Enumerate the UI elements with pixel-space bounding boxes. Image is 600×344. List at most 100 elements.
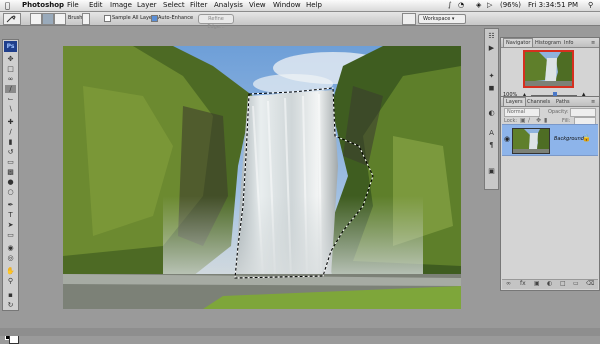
menu-view[interactable]: View: [249, 0, 266, 11]
subtract-from-selection-button[interactable]: [54, 13, 66, 25]
layer-lock-icon: 🔒: [582, 134, 591, 142]
layer-row-background[interactable]: ◉ Background 🔒: [502, 124, 598, 156]
clone-stamp-tool-icon[interactable]: ▮: [5, 138, 16, 146]
timemachine-icon[interactable]: ◔: [458, 0, 464, 11]
paragraph-panel-icon[interactable]: ¶: [487, 141, 496, 150]
refine-edge-button[interactable]: Refine Edge...: [198, 14, 234, 30]
wifi-icon[interactable]: ◈: [476, 0, 481, 11]
workspace-label: Workspace: [423, 16, 451, 22]
workspace-dropdown[interactable]: Workspace ▾: [418, 14, 466, 24]
brush-tool-icon[interactable]: ∕: [5, 128, 16, 136]
new-layer-icon[interactable]: ▭: [573, 280, 579, 287]
blend-mode-dropdown[interactable]: Normal: [504, 108, 540, 117]
lock-all-icon[interactable]: ▮: [544, 117, 547, 124]
apple-icon[interactable]: : [5, 0, 10, 11]
lock-transparency-icon[interactable]: ▣: [520, 117, 526, 124]
visibility-eye-icon[interactable]: ◉: [504, 135, 510, 143]
layer-mask-icon[interactable]: ▣: [534, 280, 540, 287]
link-layers-icon[interactable]: ∞: [506, 280, 511, 287]
layer-thumbnail-preview: [513, 129, 549, 153]
crop-tool-icon[interactable]: ⌙: [5, 95, 16, 103]
tools-panel-icon[interactable]: ✦: [487, 72, 496, 81]
eraser-tool-icon[interactable]: ▭: [5, 158, 16, 166]
navigator-preview: [525, 52, 572, 86]
menu-filter[interactable]: Filter: [190, 0, 207, 11]
spotlight-icon[interactable]: ⚲: [588, 0, 593, 11]
lock-position-icon[interactable]: ✥: [536, 117, 541, 124]
3d-orbit-tool-icon[interactable]: ◎: [5, 254, 16, 262]
dodge-tool-icon[interactable]: ○: [5, 188, 16, 196]
marquee-tool-icon[interactable]: □: [5, 65, 16, 73]
bridge-button[interactable]: [402, 13, 416, 25]
new-group-icon[interactable]: □: [560, 280, 566, 287]
history-panel-icon[interactable]: ☷: [487, 32, 496, 41]
clock[interactable]: Fri 3:34:51 PM: [528, 0, 578, 11]
opacity-field[interactable]: [570, 108, 596, 117]
layer-style-icon[interactable]: fx: [520, 280, 526, 287]
menu-analysis[interactable]: Analysis: [214, 0, 243, 11]
menu-help[interactable]: Help: [306, 0, 322, 11]
menu-image[interactable]: Image: [110, 0, 132, 11]
navigator-thumbnail[interactable]: [523, 50, 574, 88]
adjustments-panel-icon[interactable]: ◐: [487, 109, 496, 118]
status-bar: [0, 328, 600, 336]
tool-preset-picker[interactable]: [3, 13, 21, 25]
app-menu[interactable]: Photoshop: [22, 0, 64, 11]
menu-edit[interactable]: Edit: [89, 0, 103, 11]
new-selection-button[interactable]: [30, 13, 42, 25]
path-selection-tool-icon[interactable]: ➤: [5, 221, 16, 229]
tab-info[interactable]: Info: [562, 39, 575, 47]
quick-selection-icon: [6, 15, 16, 23]
swap-colors-icon[interactable]: ↻: [5, 301, 16, 309]
volume-icon[interactable]: ▷: [487, 0, 492, 11]
sample-all-layers-checkbox[interactable]: [104, 15, 111, 22]
auto-enhance-checkbox[interactable]: [151, 15, 158, 22]
shape-tool-icon[interactable]: ▭: [5, 231, 16, 239]
move-tool-icon[interactable]: ✥: [5, 55, 16, 63]
lasso-tool-icon[interactable]: ∞: [5, 75, 16, 83]
trash-icon[interactable]: ⌫: [586, 280, 594, 287]
tab-channels[interactable]: Channels: [525, 98, 552, 106]
blend-row: Normal Opacity:: [504, 108, 598, 117]
quick-selection-tool-icon[interactable]: ∕: [5, 85, 16, 93]
adjustment-layer-icon[interactable]: ◐: [547, 280, 552, 287]
actions-panel-icon[interactable]: ▶: [487, 44, 496, 53]
options-bar: Brush: Sample All Layers Auto-Enhance Re…: [0, 12, 600, 30]
tab-histogram[interactable]: Histogram: [533, 39, 563, 47]
menu-window[interactable]: Window: [273, 0, 301, 11]
blur-tool-icon[interactable]: ●: [5, 178, 16, 186]
zoom-tool-icon[interactable]: ⚲: [5, 277, 16, 285]
tab-layers[interactable]: Layers: [503, 97, 526, 106]
toolbox: Ps ✥ □ ∞ ∕ ⌙ ∖ ✚ ∕ ▮ ↺ ▭ ▩ ● ○ ✒ T ➤ ▭ ◉…: [2, 39, 19, 344]
brushes-panel-icon[interactable]: ◼: [487, 84, 496, 93]
hand-tool-icon[interactable]: ✋: [5, 267, 16, 275]
navigator-tab-bar: Navigator Histogram Info ≡: [501, 38, 599, 48]
ps-logo[interactable]: Ps: [4, 41, 17, 52]
menu-file[interactable]: File: [67, 0, 79, 11]
menu-layer[interactable]: Layer: [137, 0, 157, 11]
default-colors-icon[interactable]: ▪: [5, 291, 16, 299]
sample-all-layers-label: Sample All Layers: [112, 15, 157, 21]
tab-navigator[interactable]: Navigator: [503, 38, 534, 47]
character-panel-icon[interactable]: A: [487, 129, 496, 138]
eyedropper-tool-icon[interactable]: ∖: [5, 105, 16, 113]
battery-status[interactable]: (96%): [500, 0, 521, 11]
lock-pixels-icon[interactable]: ∕: [528, 117, 530, 124]
history-brush-tool-icon[interactable]: ↺: [5, 148, 16, 156]
healing-brush-tool-icon[interactable]: ✚: [5, 118, 16, 126]
pen-tool-icon[interactable]: ✒: [5, 201, 16, 209]
gradient-tool-icon[interactable]: ▩: [5, 168, 16, 176]
bluetooth-icon[interactable]: ∫: [448, 0, 452, 11]
document-canvas[interactable]: [63, 46, 461, 309]
panel-menu-icon[interactable]: ≡: [589, 39, 597, 47]
brush-picker[interactable]: [82, 13, 90, 25]
menu-select[interactable]: Select: [163, 0, 185, 11]
type-tool-icon[interactable]: T: [5, 211, 16, 219]
auto-enhance-label: Auto-Enhance: [158, 15, 194, 21]
layer-name[interactable]: Background: [554, 136, 584, 142]
panel-menu-icon[interactable]: ≡: [589, 98, 597, 106]
tab-paths[interactable]: Paths: [554, 98, 572, 106]
3d-rotate-tool-icon[interactable]: ◉: [5, 244, 16, 252]
add-to-selection-button[interactable]: [42, 13, 54, 25]
styles-panel-icon[interactable]: ▣: [487, 167, 496, 176]
